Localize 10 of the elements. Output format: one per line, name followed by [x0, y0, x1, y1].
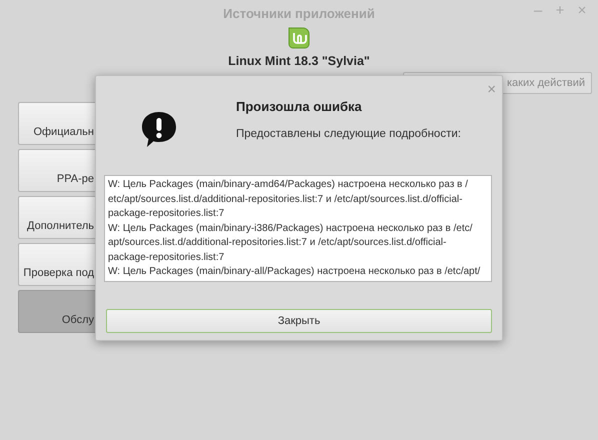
- dialog-title: Произошла ошибка: [236, 99, 363, 114]
- release-label: Linux Mint 18.3 "Sylvia": [228, 54, 370, 68]
- log-line: apt/sources.list.d/additional-repositories.list:7 и /etc/apt/sources.list.d/official-: [108, 236, 446, 250]
- log-line: package-repositories.list:7: [108, 207, 224, 221]
- log-line: package-repositories.list:7: [108, 250, 224, 264]
- log-line: etc/apt/sources.list.d/additional-repositories.list:7 и /etc/apt/sources.list.d/official-: [108, 192, 462, 206]
- log-line: W: Цель Packages (main/binary-i386/Packages) настроена несколько раз в /etc/: [108, 222, 472, 236]
- log-line: W: Цель Packages (main/binary-amd64/Packages) настроена несколько раз в /: [108, 178, 468, 192]
- dialog-subtitle: Предоставлены следующие подробности:: [236, 128, 461, 140]
- log-line: W: Цель Packages (main/binary-all/Packages) настроена несколько раз в /etc/apt/: [108, 265, 480, 279]
